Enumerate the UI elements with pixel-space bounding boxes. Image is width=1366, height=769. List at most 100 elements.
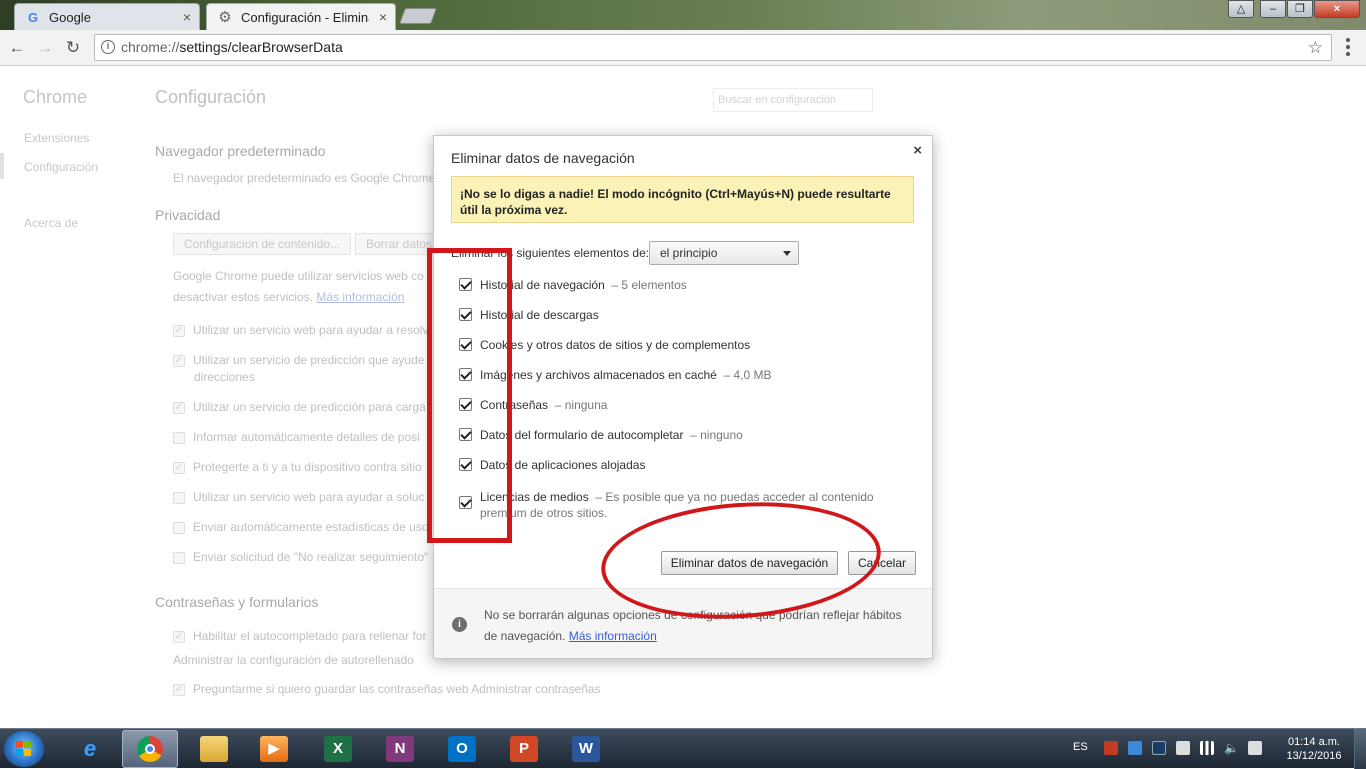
clock-date: 13/12/2016 bbox=[1286, 750, 1342, 762]
checkbox[interactable] bbox=[173, 431, 185, 444]
back-arrow-icon[interactable]: ← bbox=[6, 37, 28, 59]
tab-google[interactable]: G Google × bbox=[14, 3, 200, 30]
page-title: Configuración bbox=[155, 87, 267, 107]
more-info-link[interactable]: Más información bbox=[569, 629, 657, 643]
checkbox[interactable]: ✓ bbox=[173, 461, 185, 474]
close-window-button[interactable]: × bbox=[1314, 0, 1360, 18]
section-passwords: Contraseñas y formularios bbox=[155, 594, 319, 610]
sidebar-item-about[interactable]: Acerca de bbox=[24, 216, 78, 230]
forward-arrow-icon[interactable]: → bbox=[34, 37, 56, 59]
start-button[interactable] bbox=[4, 731, 44, 767]
option-label: Utilizar un servicio web para ayudar a s… bbox=[193, 490, 425, 504]
chrome-icon bbox=[137, 736, 163, 762]
internet-explorer-icon: e bbox=[83, 736, 97, 761]
taskbar-app[interactable]: P bbox=[496, 730, 552, 768]
taskbar-app[interactable]: O bbox=[434, 730, 490, 768]
language-indicator[interactable]: ES bbox=[1073, 741, 1088, 753]
privacy-option[interactable]: ✓ Utilizar un servicio web para ayudar a … bbox=[173, 323, 428, 337]
autofill-option[interactable]: ✓ Habilitar el autocompletado para rellen… bbox=[173, 629, 426, 643]
clear-browsing-data-button[interactable]: Borrar datos bbox=[355, 233, 435, 255]
section-default-browser: Navegador predeterminado bbox=[155, 143, 326, 159]
network-signal-icon[interactable] bbox=[1200, 741, 1214, 755]
taskbar-app[interactable]: X bbox=[310, 730, 366, 768]
checkbox[interactable]: ✓ bbox=[173, 683, 185, 696]
option-label: Imágenes y archivos almacenados en caché bbox=[480, 368, 717, 382]
address-bar[interactable]: i chrome://settings/clearBrowserData ☆ bbox=[94, 34, 1332, 61]
dialog-title: Eliminar datos de navegación bbox=[451, 150, 635, 166]
page-info-icon[interactable]: i bbox=[101, 40, 115, 54]
save-passwords-option[interactable]: ✓ Preguntarme si quiero guardar las contr… bbox=[173, 682, 601, 696]
privacy-option[interactable]: ✓ Utilizar un servicio de predicción para… bbox=[173, 400, 426, 414]
gear-icon: ⚙ bbox=[218, 9, 232, 26]
checkbox[interactable] bbox=[173, 521, 185, 534]
taskbar-app[interactable]: N bbox=[372, 730, 428, 768]
privacy-option[interactable]: Utilizar un servicio web para ayudar a s… bbox=[173, 490, 424, 504]
search-settings-input[interactable]: Buscar en configuración bbox=[713, 88, 873, 112]
minimize-button[interactable]: – bbox=[1260, 0, 1286, 18]
bookmark-star-icon[interactable]: ☆ bbox=[1308, 35, 1323, 60]
checkbox[interactable] bbox=[173, 551, 185, 564]
privacy-description: Google Chrome puede utilizar servicios w… bbox=[173, 269, 424, 283]
new-tab-button[interactable] bbox=[399, 8, 437, 24]
option-detail: – 5 elementos bbox=[611, 278, 687, 292]
sidebar-item-extensions[interactable]: Extensiones bbox=[24, 131, 89, 145]
privacy-description-line2: desactivar estos servicios. Más informac… bbox=[173, 290, 404, 304]
taskbar-app[interactable]: ▶ bbox=[246, 730, 302, 768]
volume-icon[interactable]: 🔈 bbox=[1224, 741, 1239, 755]
option-label: Protegerte a ti y a tu dispositivo contr… bbox=[193, 460, 422, 474]
checkbox[interactable]: ✓ bbox=[173, 630, 185, 643]
checkbox[interactable] bbox=[173, 491, 185, 504]
clock-time: 01:14 a.m. bbox=[1288, 736, 1340, 748]
tray-shield-icon[interactable] bbox=[1128, 741, 1142, 755]
sidebar-active-indicator bbox=[0, 153, 4, 179]
more-info-link[interactable]: Más información bbox=[316, 290, 404, 304]
content-settings-button[interactable]: Configuracion de contenido... bbox=[173, 233, 352, 255]
checkbox[interactable]: ✓ bbox=[173, 401, 185, 414]
tray-app-icon[interactable] bbox=[1104, 741, 1118, 755]
url-scheme: chrome:// bbox=[121, 39, 180, 55]
restore-button[interactable]: ❐ bbox=[1287, 0, 1313, 18]
sidebar-title: Chrome bbox=[23, 87, 88, 107]
option-label-continued: direcciones bbox=[194, 370, 255, 384]
taskbar-app[interactable]: W bbox=[558, 730, 614, 768]
file-explorer-icon bbox=[200, 736, 228, 762]
privacy-option[interactable]: Enviar solicitud de "No realizar seguimi… bbox=[173, 550, 428, 564]
google-g-icon: G bbox=[27, 9, 39, 25]
privacy-option[interactable]: ✓ Utilizar un servicio de predicción que … bbox=[173, 353, 424, 367]
sidebar-item-settings[interactable]: Configuración bbox=[24, 160, 98, 174]
close-tab-icon[interactable]: × bbox=[379, 9, 387, 25]
close-icon[interactable]: × bbox=[913, 142, 922, 159]
tab-settings[interactable]: ⚙ Configuración - Eliminar × bbox=[206, 3, 396, 30]
privacy-option[interactable]: ✓ Protegerte a ti y a tu dispositivo cont… bbox=[173, 460, 422, 474]
excel-icon: X bbox=[324, 736, 352, 762]
option-label: Cookies y otros datos de sitios y de com… bbox=[480, 338, 751, 352]
privacy-option[interactable]: Informar automáticamente detalles de pos… bbox=[173, 430, 420, 444]
chrome-menu-icon[interactable] bbox=[1340, 38, 1356, 58]
clock[interactable]: 01:14 a.m. 13/12/2016 bbox=[1279, 735, 1349, 763]
section-privacy: Privacidad bbox=[155, 207, 221, 223]
tray-flag-icon[interactable] bbox=[1176, 741, 1190, 755]
time-range-select[interactable]: el principio bbox=[649, 241, 799, 265]
reload-icon[interactable]: ↻ bbox=[62, 37, 84, 59]
checkbox[interactable]: ✓ bbox=[173, 324, 185, 337]
option-detail: – 4,0 MB bbox=[723, 368, 772, 382]
show-desktop-button[interactable] bbox=[1354, 729, 1366, 769]
privacy-option[interactable]: Enviar automáticamente estadísticas de u… bbox=[173, 520, 428, 534]
onenote-icon: N bbox=[386, 736, 414, 762]
option-label: Utilizar un servicio de predicción para … bbox=[193, 400, 426, 414]
action-center-icon[interactable] bbox=[1248, 741, 1262, 755]
checkbox[interactable]: ✓ bbox=[173, 354, 185, 367]
user-icon[interactable]: △ bbox=[1228, 0, 1254, 18]
taskbar-app[interactable] bbox=[122, 730, 178, 768]
tray-monitor-icon[interactable] bbox=[1152, 741, 1166, 755]
taskbar-app[interactable]: e bbox=[62, 730, 118, 768]
windows-logo-icon bbox=[16, 741, 32, 757]
option-label: Utilizar un servicio web para ayudar a r… bbox=[193, 323, 429, 337]
manage-autofill-link[interactable]: Administrar la configuración de autorell… bbox=[173, 653, 414, 667]
close-tab-icon[interactable]: × bbox=[183, 9, 191, 25]
tab-label: Google bbox=[49, 9, 91, 25]
privacy-text: desactivar estos servicios. bbox=[173, 290, 314, 304]
option-detail: – ninguno bbox=[690, 428, 743, 442]
taskbar-app[interactable] bbox=[186, 730, 242, 768]
option-label: Enviar automáticamente estadísticas de u… bbox=[193, 520, 429, 534]
